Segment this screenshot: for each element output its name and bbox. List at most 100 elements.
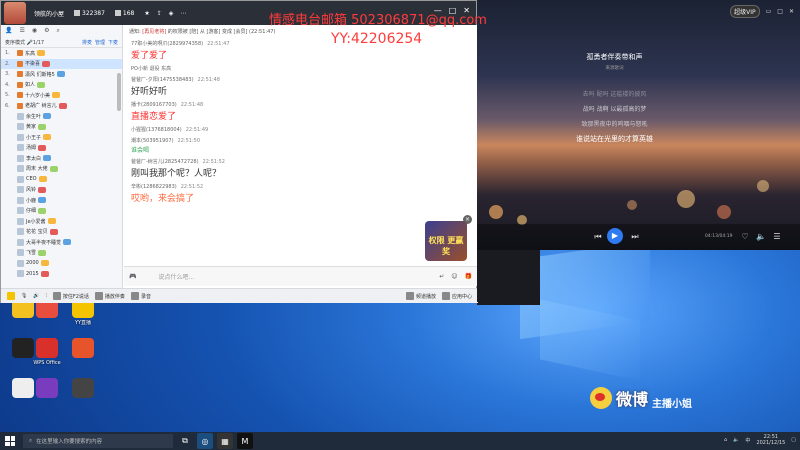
network-icon[interactable]: ⌂ (724, 437, 727, 443)
queue-link[interactable]: 排麦 (82, 39, 92, 46)
settings-icon[interactable]: ⚙ (44, 27, 49, 35)
volume-icon[interactable]: 🔈 (755, 231, 767, 243)
message-user[interactable]: 辛彬(1286822983) (131, 183, 177, 190)
taskbar-search[interactable]: ⌕ 在这里输入你要搜索的内容 (23, 434, 173, 448)
clock[interactable]: 22:51 2021/12/15 (756, 434, 785, 446)
user-list-item[interactable]: 仔细 (1, 206, 122, 217)
user-name: 如人 (25, 82, 36, 89)
shield-icon[interactable]: ◈ (169, 10, 174, 17)
message-time: 22:51:50 (177, 137, 201, 144)
message-user[interactable]: PO小新 退役 东高 (131, 65, 171, 72)
user-list-item[interactable]: 2. 不染喜 (1, 58, 122, 69)
user-name: 十六岁小美 (25, 92, 51, 99)
user-icon[interactable]: 👤 (5, 27, 12, 35)
like-icon[interactable]: ♡ (739, 231, 751, 243)
speaker-icon[interactable]: 🔊 (33, 293, 39, 299)
user-list-item[interactable]: 6. 老胡广 树言儿 (1, 101, 122, 112)
user-list-item[interactable]: 1. 东高 (1, 48, 122, 59)
user-list-item[interactable]: 2000 (1, 258, 122, 269)
user-name: 风铃 (26, 187, 37, 194)
star-icon[interactable]: ★ (144, 10, 149, 17)
vip-badge[interactable]: 超级VIP (730, 5, 760, 18)
emoji-icon[interactable]: ☺ (451, 273, 457, 280)
next-icon[interactable]: ⏭ (629, 231, 641, 243)
message-user[interactable]: 潮本(503951907) (131, 137, 174, 144)
enter-icon[interactable]: ↵ (439, 273, 444, 280)
yy-app-icon[interactable]: ▦ (217, 433, 233, 449)
user-list-item[interactable]: 黄家 (1, 122, 122, 133)
share-icon[interactable]: ⇪ (157, 10, 162, 17)
prev-icon[interactable]: ⏮ (592, 231, 604, 243)
close-icon[interactable]: ✕ (789, 8, 794, 15)
user-list-item[interactable]: 小王子 (1, 132, 122, 143)
user-name: 花花 宝贝 (26, 229, 48, 236)
maximize-icon[interactable]: □ (777, 8, 783, 15)
desktop-icon[interactable] (60, 378, 106, 418)
volume-icon[interactable]: 🔈 (733, 437, 739, 443)
play-button[interactable]: ▶ (607, 228, 623, 244)
task-view-icon[interactable]: ⧉ (177, 433, 193, 449)
message-user[interactable]: 小猩猩(1376818004) (131, 126, 182, 133)
bottom-toolbar: 🎙 🔊 ⫶ 按住F2说话 播放伴奏 录音 频道播放 应用中心 (1, 288, 478, 303)
mic-mode-bar: 麦序模式 🎤1/17 排麦 管理 下麦 (1, 37, 122, 48)
avatar (17, 112, 24, 120)
user-list-item[interactable]: 4. 如人 (1, 80, 122, 91)
music-button[interactable]: 播放伴奏 (94, 292, 125, 300)
user-list-item[interactable]: 风铃 (1, 185, 122, 196)
user-list-item[interactable]: 2015 (1, 269, 122, 280)
user-list-item[interactable]: 汤姆 (1, 143, 122, 154)
channel-play-button[interactable]: 频道播放 (405, 292, 436, 300)
avatar (17, 133, 24, 141)
channel-icon (405, 292, 414, 300)
user-index: 1. (5, 50, 10, 57)
message-user[interactable]: 爸爸厂-树言儿(2825472728) (131, 158, 199, 165)
user-list-item[interactable]: 大哥半夜不睡觉 (1, 237, 122, 248)
user-list-item[interactable]: 3. 潇风 们斯格5 (1, 69, 122, 80)
user-list-item[interactable]: 李太白 (1, 153, 122, 164)
heart-icon (114, 10, 121, 16)
scrollbar[interactable] (117, 73, 121, 111)
user-list-item[interactable]: 花花 宝贝 (1, 227, 122, 238)
steam-icon[interactable]: ◎ (197, 433, 213, 449)
ime-icon[interactable]: 中 (745, 437, 750, 444)
user-list-item[interactable]: 5. 十六岁小美 (1, 90, 122, 101)
yy-logo-icon[interactable] (7, 292, 15, 300)
gift-icon[interactable]: 🎁 (465, 273, 472, 280)
ptt-button[interactable]: 按住F2说话 (52, 292, 89, 300)
app-m-icon[interactable]: M (237, 433, 253, 449)
message-text: 刚叫我那个呢？人呢？ (131, 169, 222, 179)
mic-icon[interactable]: 🎙 (21, 293, 27, 299)
user-list-item[interactable]: 周末 大佬 (1, 164, 122, 175)
search-icon[interactable]: ⌕ (57, 27, 60, 35)
manage-link[interactable]: 管理 (95, 39, 105, 46)
message-user[interactable]: 播卡(2809167703) (131, 101, 177, 108)
message-user[interactable]: 爸爸厂-夕阳(1475538483) (131, 76, 194, 83)
windows-start-icon[interactable] (5, 436, 15, 446)
message-user[interactable]: 77职小美的啊爪(2829974358) (131, 40, 203, 47)
input-bar: 🎮 说点什么吧... ↵ ☺ 🎁 (124, 266, 477, 286)
level-badge-icon (38, 186, 47, 193)
app-center-button[interactable]: 应用中心 (441, 292, 472, 300)
chat-message: 潮本(503951907) 22:51:50 谁会喝 (124, 135, 477, 156)
gamepad-icon[interactable]: 🎮 (129, 273, 136, 280)
notification-icon[interactable]: ▢ (791, 437, 796, 443)
record-button[interactable]: 录音 (130, 292, 151, 300)
location-icon[interactable]: ◉ (32, 27, 37, 35)
list-icon[interactable]: ☰ (19, 27, 24, 35)
desktop-icon[interactable]: YY直播 (60, 298, 106, 338)
chat-input[interactable]: 说点什么吧... (158, 272, 439, 281)
user-list-item[interactable]: 小鹿 (1, 195, 122, 206)
user-list-item[interactable]: CEO (1, 174, 122, 185)
more-icon[interactable]: ⋯ (180, 10, 186, 17)
user-list-item[interactable]: Je小爱酱 (1, 216, 122, 227)
equalizer-icon[interactable]: ⫶ (46, 293, 47, 299)
user-list-item[interactable]: 飞雪 (1, 248, 122, 259)
desktop-icon[interactable] (60, 338, 106, 378)
minimize-icon[interactable]: ▭ (766, 8, 772, 15)
playlist-icon[interactable]: ☰ (771, 231, 783, 243)
room-avatar[interactable] (4, 2, 26, 24)
leave-mic-link[interactable]: 下麦 (108, 39, 118, 46)
user-tools: 👤 ☰ ◉ ⚙ ⌕ (1, 25, 122, 37)
promo-badge[interactable]: 权限 更赢奖 (425, 221, 467, 261)
user-list-item[interactable]: 余生叶 (1, 111, 122, 122)
